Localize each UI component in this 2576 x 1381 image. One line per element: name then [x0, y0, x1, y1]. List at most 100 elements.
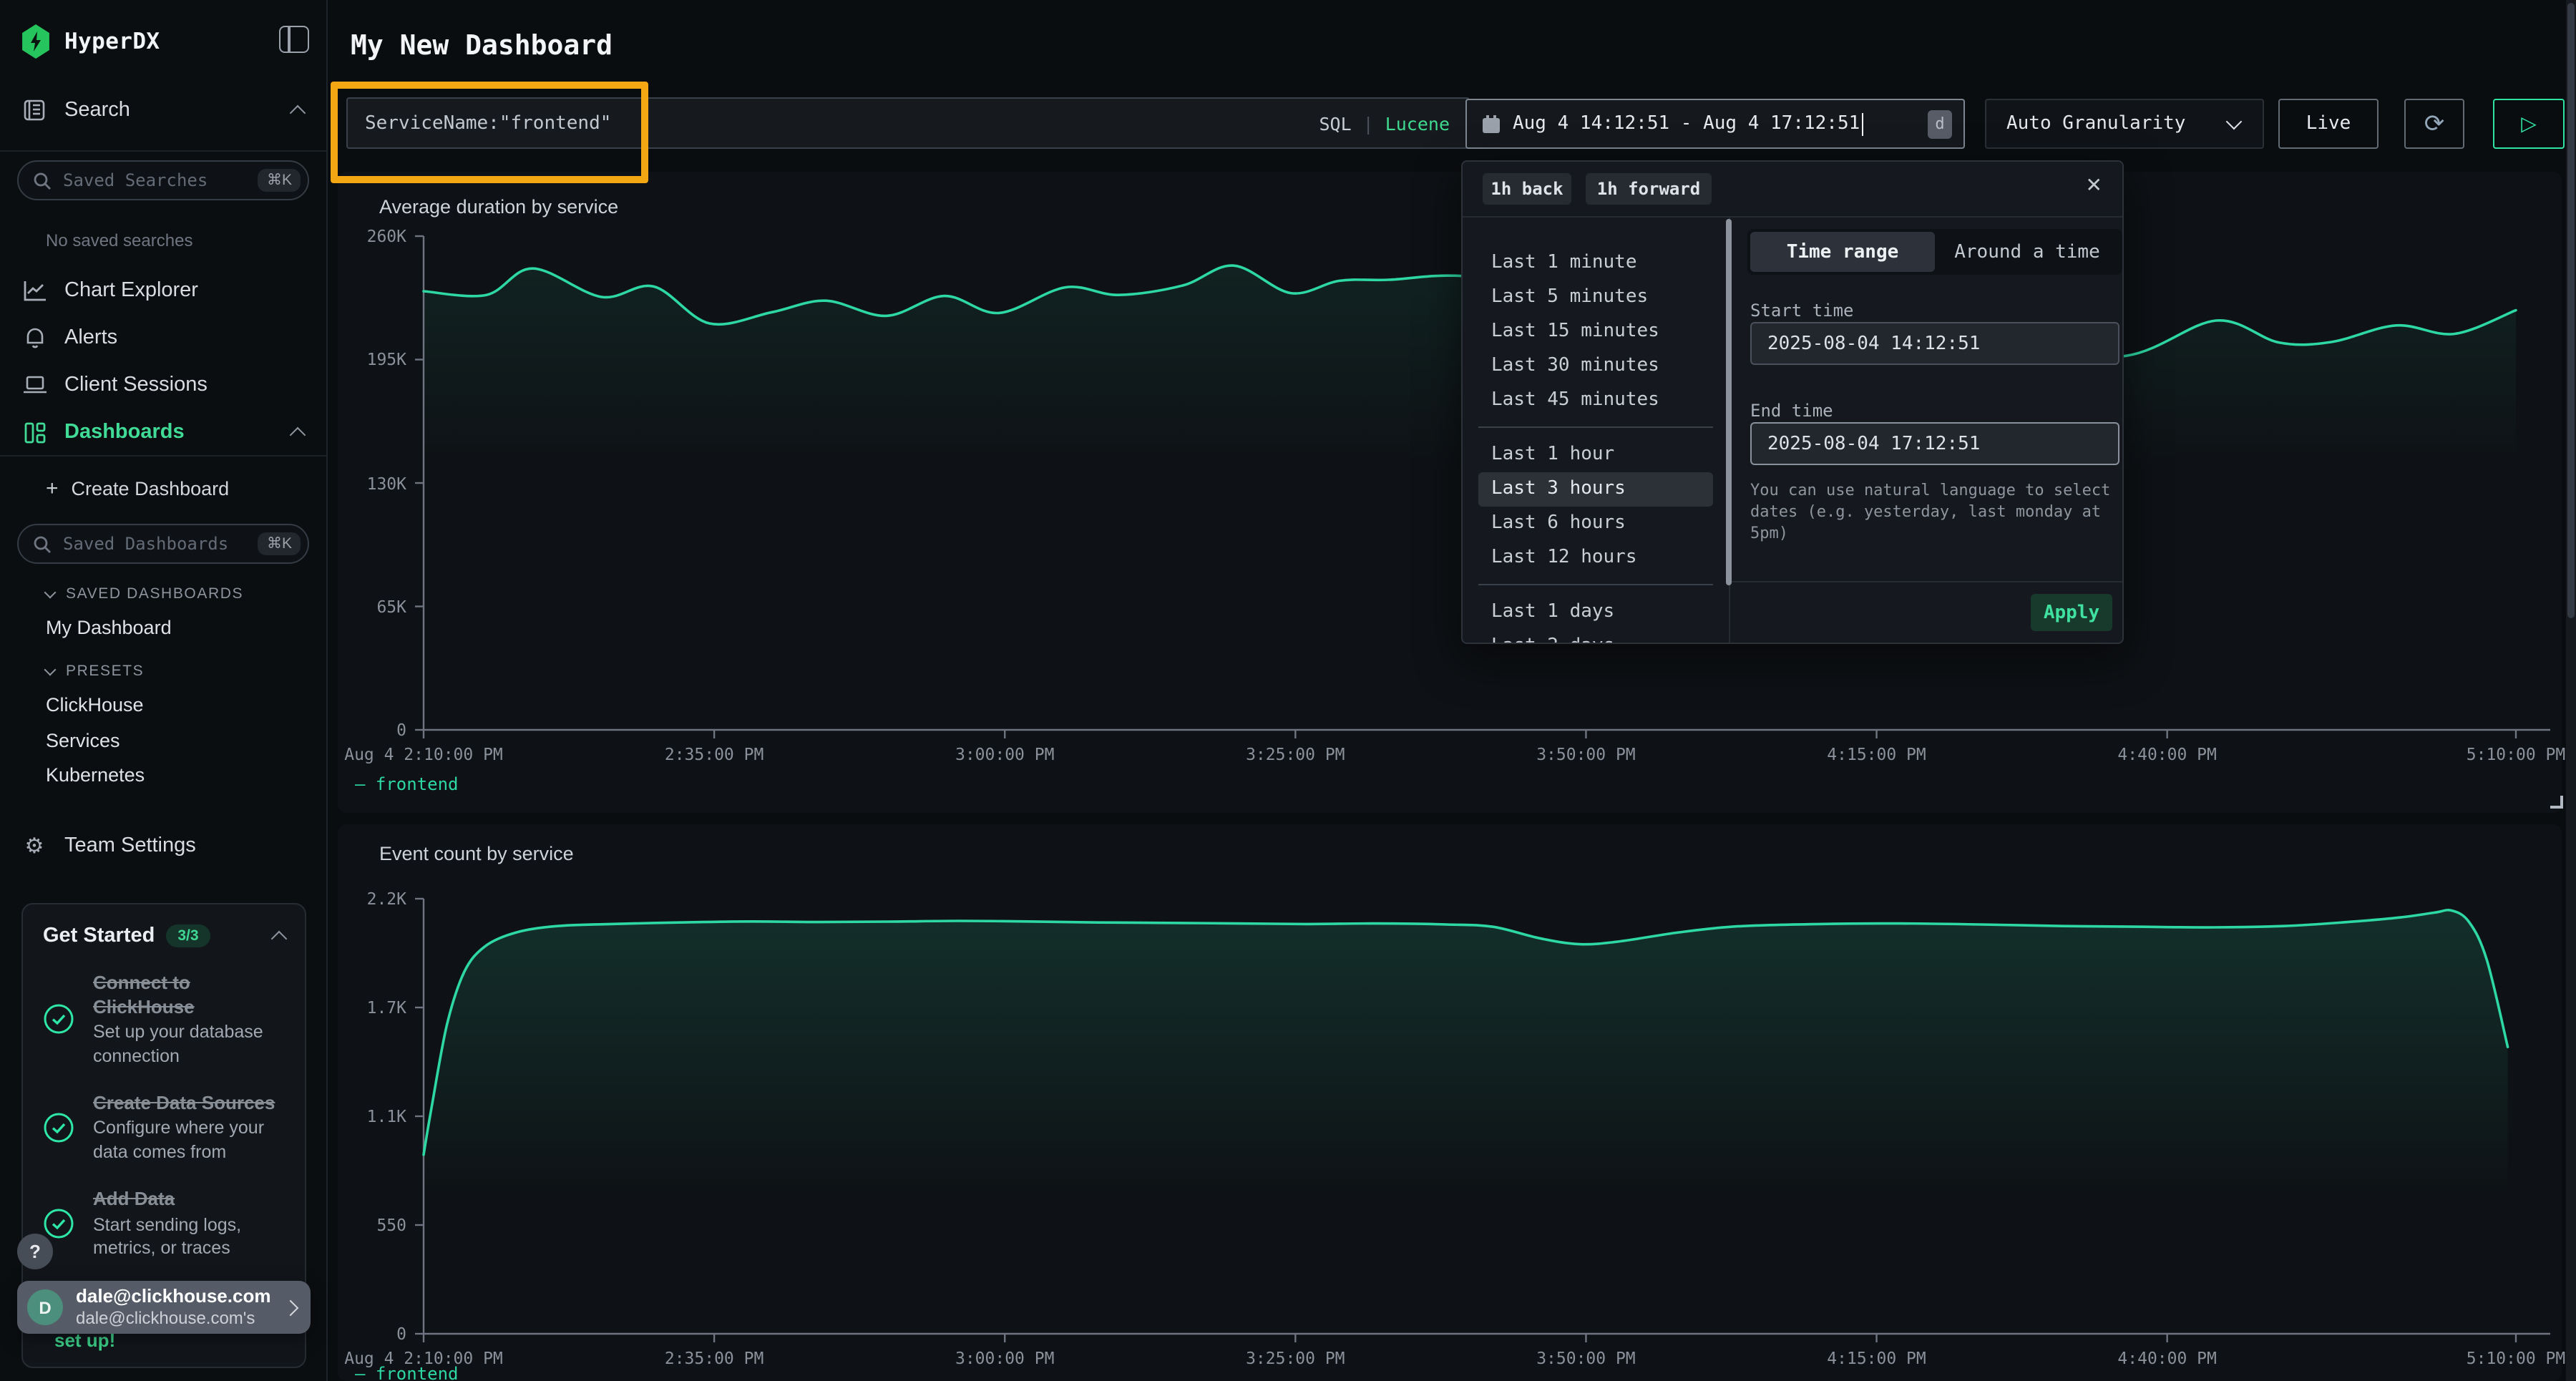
progress-badge: 3/3	[166, 924, 210, 947]
sidebar-item-team-settings[interactable]: ⚙ Team Settings	[0, 824, 326, 867]
check-circle-icon	[43, 1003, 74, 1035]
time-option-last-6-hours[interactable]: Last 6 hours	[1478, 507, 1713, 541]
task-description: Start sending logs, metrics, or traces	[93, 1213, 285, 1260]
create-dashboard-label: Create Dashboard	[72, 477, 230, 499]
team-settings-label: Team Settings	[64, 834, 196, 857]
list-divider	[1478, 426, 1713, 428]
time-range-value[interactable]: Aug 4 14:12:51 - Aug 4 17:12:51	[1513, 113, 1860, 135]
calendar-icon	[1481, 114, 1501, 134]
help-button[interactable]: ?	[17, 1234, 53, 1269]
time-option-last-3-hours[interactable]: Last 3 hours	[1478, 472, 1713, 507]
time-option-last-1-minute[interactable]: Last 1 minute	[1478, 246, 1713, 280]
page-title: My New Dashboard	[351, 30, 613, 62]
task-title: Connect to ClickHouse	[93, 970, 285, 1020]
sidebar-item-create-dashboard[interactable]: + Create Dashboard	[0, 467, 326, 509]
search-icon	[33, 171, 52, 190]
start-time-input[interactable]: 2025-08-04 14:12:51	[1750, 322, 2119, 365]
user-card[interactable]: D dale@clickhouse.com dale@clickhouse.co…	[17, 1281, 311, 1334]
tab-around-a-time[interactable]: Around a time	[1935, 232, 2119, 272]
chart-title-avg-duration: Average duration by service	[379, 196, 618, 218]
shift-1h-back-button[interactable]: 1h back	[1483, 173, 1571, 205]
shortcut-badge: ⌘K	[258, 169, 301, 192]
time-option-last-2-days[interactable]: Last 2 days	[1478, 630, 1713, 643]
preset-clickhouse[interactable]: ClickHouse	[46, 694, 144, 716]
chevron-right-icon	[285, 1294, 296, 1320]
get-started-item-add-data[interactable]: Add DataStart sending logs, metrics, or …	[43, 1187, 285, 1260]
time-option-last-30-minutes[interactable]: Last 30 minutes	[1478, 349, 1713, 384]
preset-services[interactable]: Services	[46, 729, 120, 751]
shortcut-badge: ⌘K	[258, 532, 301, 555]
sql-toggle[interactable]: SQL	[1319, 112, 1351, 134]
dashboard-grid-icon	[21, 421, 47, 443]
get-started-item-connect-to-clickhouse[interactable]: Connect to ClickHouseSet up your databas…	[43, 970, 285, 1068]
scrollbar-thumb[interactable]	[2567, 3, 2575, 618]
sidebar-item-dashboards[interactable]: Dashboards	[0, 411, 326, 454]
sidebar-item-client-sessions[interactable]: Client Sessions	[0, 363, 326, 406]
tab-time-range[interactable]: Time range	[1750, 232, 1935, 272]
list-scrollbar[interactable]	[1725, 219, 1731, 585]
chevron-down-icon	[44, 664, 57, 676]
chart-panel-avg-duration	[338, 172, 2562, 813]
avatar: D	[27, 1289, 63, 1325]
lucene-toggle[interactable]: Lucene	[1385, 112, 1450, 134]
preset-kubernetes[interactable]: Kubernetes	[46, 764, 145, 786]
shift-1h-forward-button[interactable]: 1h forward	[1586, 173, 1712, 205]
user-subtitle: dale@clickhouse.com's	[76, 1309, 270, 1329]
chart-title-event-count: Event count by service	[379, 843, 574, 864]
search-section-icon	[21, 99, 47, 122]
sidebar-item-search[interactable]: Search	[0, 89, 326, 132]
bell-icon	[21, 326, 47, 349]
saved-dashboards-placeholder: Saved Dashboards	[63, 534, 258, 554]
time-option-last-1-days[interactable]: Last 1 days	[1478, 595, 1713, 630]
time-range-input[interactable]: Aug 4 14:12:51 - Aug 4 17:12:51 d	[1465, 99, 1965, 149]
apply-button[interactable]: Apply	[2031, 594, 2112, 631]
time-option-last-12-hours[interactable]: Last 12 hours	[1478, 541, 1713, 575]
language-toggle-divider: |	[1363, 112, 1374, 134]
section-header-label: PRESETS	[66, 663, 144, 680]
user-email: dale@clickhouse.com	[76, 1285, 270, 1309]
query-language-toggle[interactable]: SQL | Lucene	[1319, 112, 1450, 134]
brand-name: HyperDX	[64, 29, 160, 54]
hyperdx-logo-icon[interactable]	[20, 24, 52, 59]
end-time-input[interactable]: 2025-08-04 17:12:51	[1750, 422, 2119, 465]
relative-time-list: Last 1 minuteLast 5 minutesLast 15 minut…	[1463, 216, 1729, 643]
live-button[interactable]: Live	[2278, 99, 2379, 149]
sidebar-item-alerts[interactable]: Alerts	[0, 316, 326, 359]
saved-searches-input[interactable]: Saved Searches ⌘K	[17, 160, 309, 200]
time-picker-tabs: Time rangeAround a time	[1747, 229, 2122, 275]
saved-dashboard-my-dashboard[interactable]: My Dashboard	[46, 617, 172, 638]
get-started-item-create-data-sources[interactable]: Create Data SourcesConfigure where your …	[43, 1091, 285, 1164]
run-query-button[interactable]: ▷	[2493, 99, 2565, 149]
chevron-up-icon[interactable]	[271, 931, 288, 947]
refresh-icon: ⟳	[2424, 109, 2445, 138]
granularity-select[interactable]: Auto Granularity	[1985, 99, 2264, 149]
collapse-sidebar-icon[interactable]	[279, 26, 309, 53]
get-started-title: Get Started	[43, 924, 155, 947]
end-time-label: End time	[1750, 401, 1833, 421]
time-option-last-15-minutes[interactable]: Last 15 minutes	[1478, 315, 1713, 349]
chevron-up-icon[interactable]	[290, 427, 306, 444]
presets-section-header[interactable]: PRESETS	[46, 663, 144, 680]
task-description: Configure where your data comes from	[93, 1117, 285, 1164]
annotation-highlight-box	[331, 82, 648, 183]
check-circle-icon	[43, 1208, 74, 1239]
gear-icon: ⚙	[21, 833, 47, 859]
refresh-button[interactable]: ⟳	[2404, 99, 2464, 149]
close-icon[interactable]: ✕	[2086, 173, 2102, 197]
panel-resize-handle-icon[interactable]	[2550, 796, 2563, 809]
search-icon	[33, 535, 52, 553]
time-option-last-45-minutes[interactable]: Last 45 minutes	[1478, 384, 1713, 418]
chevron-up-icon[interactable]	[290, 105, 306, 122]
sidebar-item-label: Search	[64, 99, 130, 122]
saved-dashboards-section-header[interactable]: SAVED DASHBOARDS	[46, 585, 243, 602]
sidebar-item-chart-explorer[interactable]: Chart Explorer	[0, 269, 326, 312]
time-option-last-1-hour[interactable]: Last 1 hour	[1478, 438, 1713, 472]
saved-dashboards-input[interactable]: Saved Dashboards ⌘K	[17, 524, 309, 564]
play-icon: ▷	[2521, 112, 2537, 136]
time-picker-popover: 1h back 1h forward ✕ Last 1 minuteLast 5…	[1461, 160, 2124, 644]
sidebar-item-label: Chart Explorer	[64, 279, 198, 302]
page-scrollbar[interactable]	[2566, 0, 2576, 1381]
time-option-last-5-minutes[interactable]: Last 5 minutes	[1478, 280, 1713, 315]
chevron-down-icon	[2226, 114, 2243, 130]
natural-language-hint: You can use natural language to select d…	[1750, 479, 2119, 544]
